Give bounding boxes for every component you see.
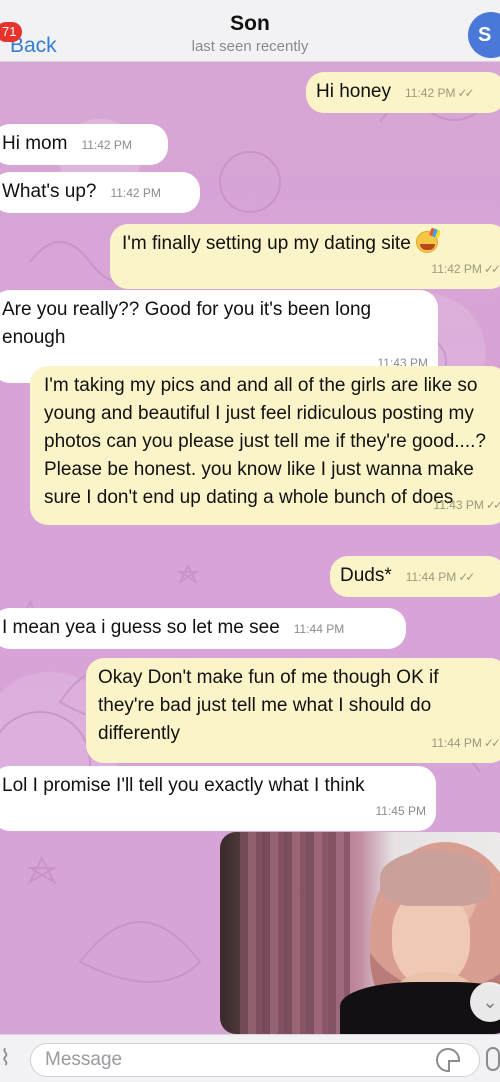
- message-time: 11:42 PM ✓✓: [405, 86, 475, 100]
- message-time: 11:42 PM: [81, 138, 132, 152]
- paperclip-icon[interactable]: ⌇: [0, 1045, 22, 1073]
- photo-background: [240, 832, 350, 1034]
- partying-face-icon: [416, 231, 439, 253]
- sticker-icon[interactable]: [436, 1048, 460, 1072]
- message-bubble-outgoing[interactable]: Duds* 11:44 PM ✓✓: [330, 556, 500, 597]
- photo-message[interactable]: [220, 832, 500, 1034]
- double-check-icon: ✓✓: [457, 86, 474, 100]
- unread-badge: 71: [0, 22, 23, 42]
- microphone-icon[interactable]: [486, 1047, 500, 1071]
- message-text: Duds*: [340, 565, 392, 586]
- message-bubble-outgoing[interactable]: Okay Don't make fun of me though OK if t…: [86, 658, 500, 763]
- double-check-icon: ✓✓: [483, 736, 500, 750]
- double-check-icon: ✓✓: [483, 262, 500, 276]
- chat-title[interactable]: Son: [0, 12, 500, 36]
- message-text: Lol I promise I'll tell you exactly what…: [2, 775, 365, 796]
- chat-status: last seen recently: [191, 38, 309, 55]
- message-time: 11:42 PM ✓✓: [431, 262, 500, 276]
- message-time: 11:42 PM: [110, 186, 161, 200]
- message-time: 11:44 PM: [293, 622, 345, 636]
- message-text: Hi mom: [2, 133, 68, 154]
- message-time: 11:43 PM ✓✓: [433, 498, 500, 512]
- message-time: 11:44 PM ✓✓: [405, 570, 476, 584]
- message-bubble-incoming[interactable]: Lol I promise I'll tell you exactly what…: [0, 766, 436, 831]
- message-bubble-outgoing[interactable]: I'm taking my pics and and all of the gi…: [30, 366, 500, 525]
- message-time: 11:45 PM: [375, 804, 426, 818]
- message-bubble-incoming[interactable]: I mean yea i guess so let me see 11:44 P…: [0, 608, 406, 649]
- message-text: Are you really?? Good for you it's been …: [2, 299, 372, 348]
- message-text: What's up?: [2, 181, 97, 202]
- message-bubble-outgoing[interactable]: Hi honey 11:42 PM ✓✓: [306, 72, 500, 113]
- message-text: I mean yea i guess so let me see: [2, 617, 280, 638]
- message-time: 11:44 PM ✓✓: [431, 736, 500, 750]
- message-text: I'm finally setting up my dating site: [122, 233, 411, 254]
- message-input[interactable]: [30, 1043, 480, 1077]
- message-text: I'm taking my pics and and all of the gi…: [44, 375, 486, 508]
- photo-subject-hair: [380, 850, 490, 906]
- message-input-bar: ⌇: [0, 1034, 500, 1082]
- message-text: Hi honey: [316, 81, 391, 102]
- message-bubble-incoming[interactable]: What's up? 11:42 PM: [0, 172, 200, 213]
- chat-header: 71 Back Son last seen recently S: [0, 0, 500, 62]
- double-check-icon: ✓✓: [485, 498, 500, 512]
- message-bubble-incoming[interactable]: Hi mom 11:42 PM: [0, 124, 168, 165]
- double-check-icon: ✓✓: [458, 570, 475, 584]
- message-bubble-outgoing[interactable]: I'm finally setting up my dating site 11…: [110, 224, 500, 289]
